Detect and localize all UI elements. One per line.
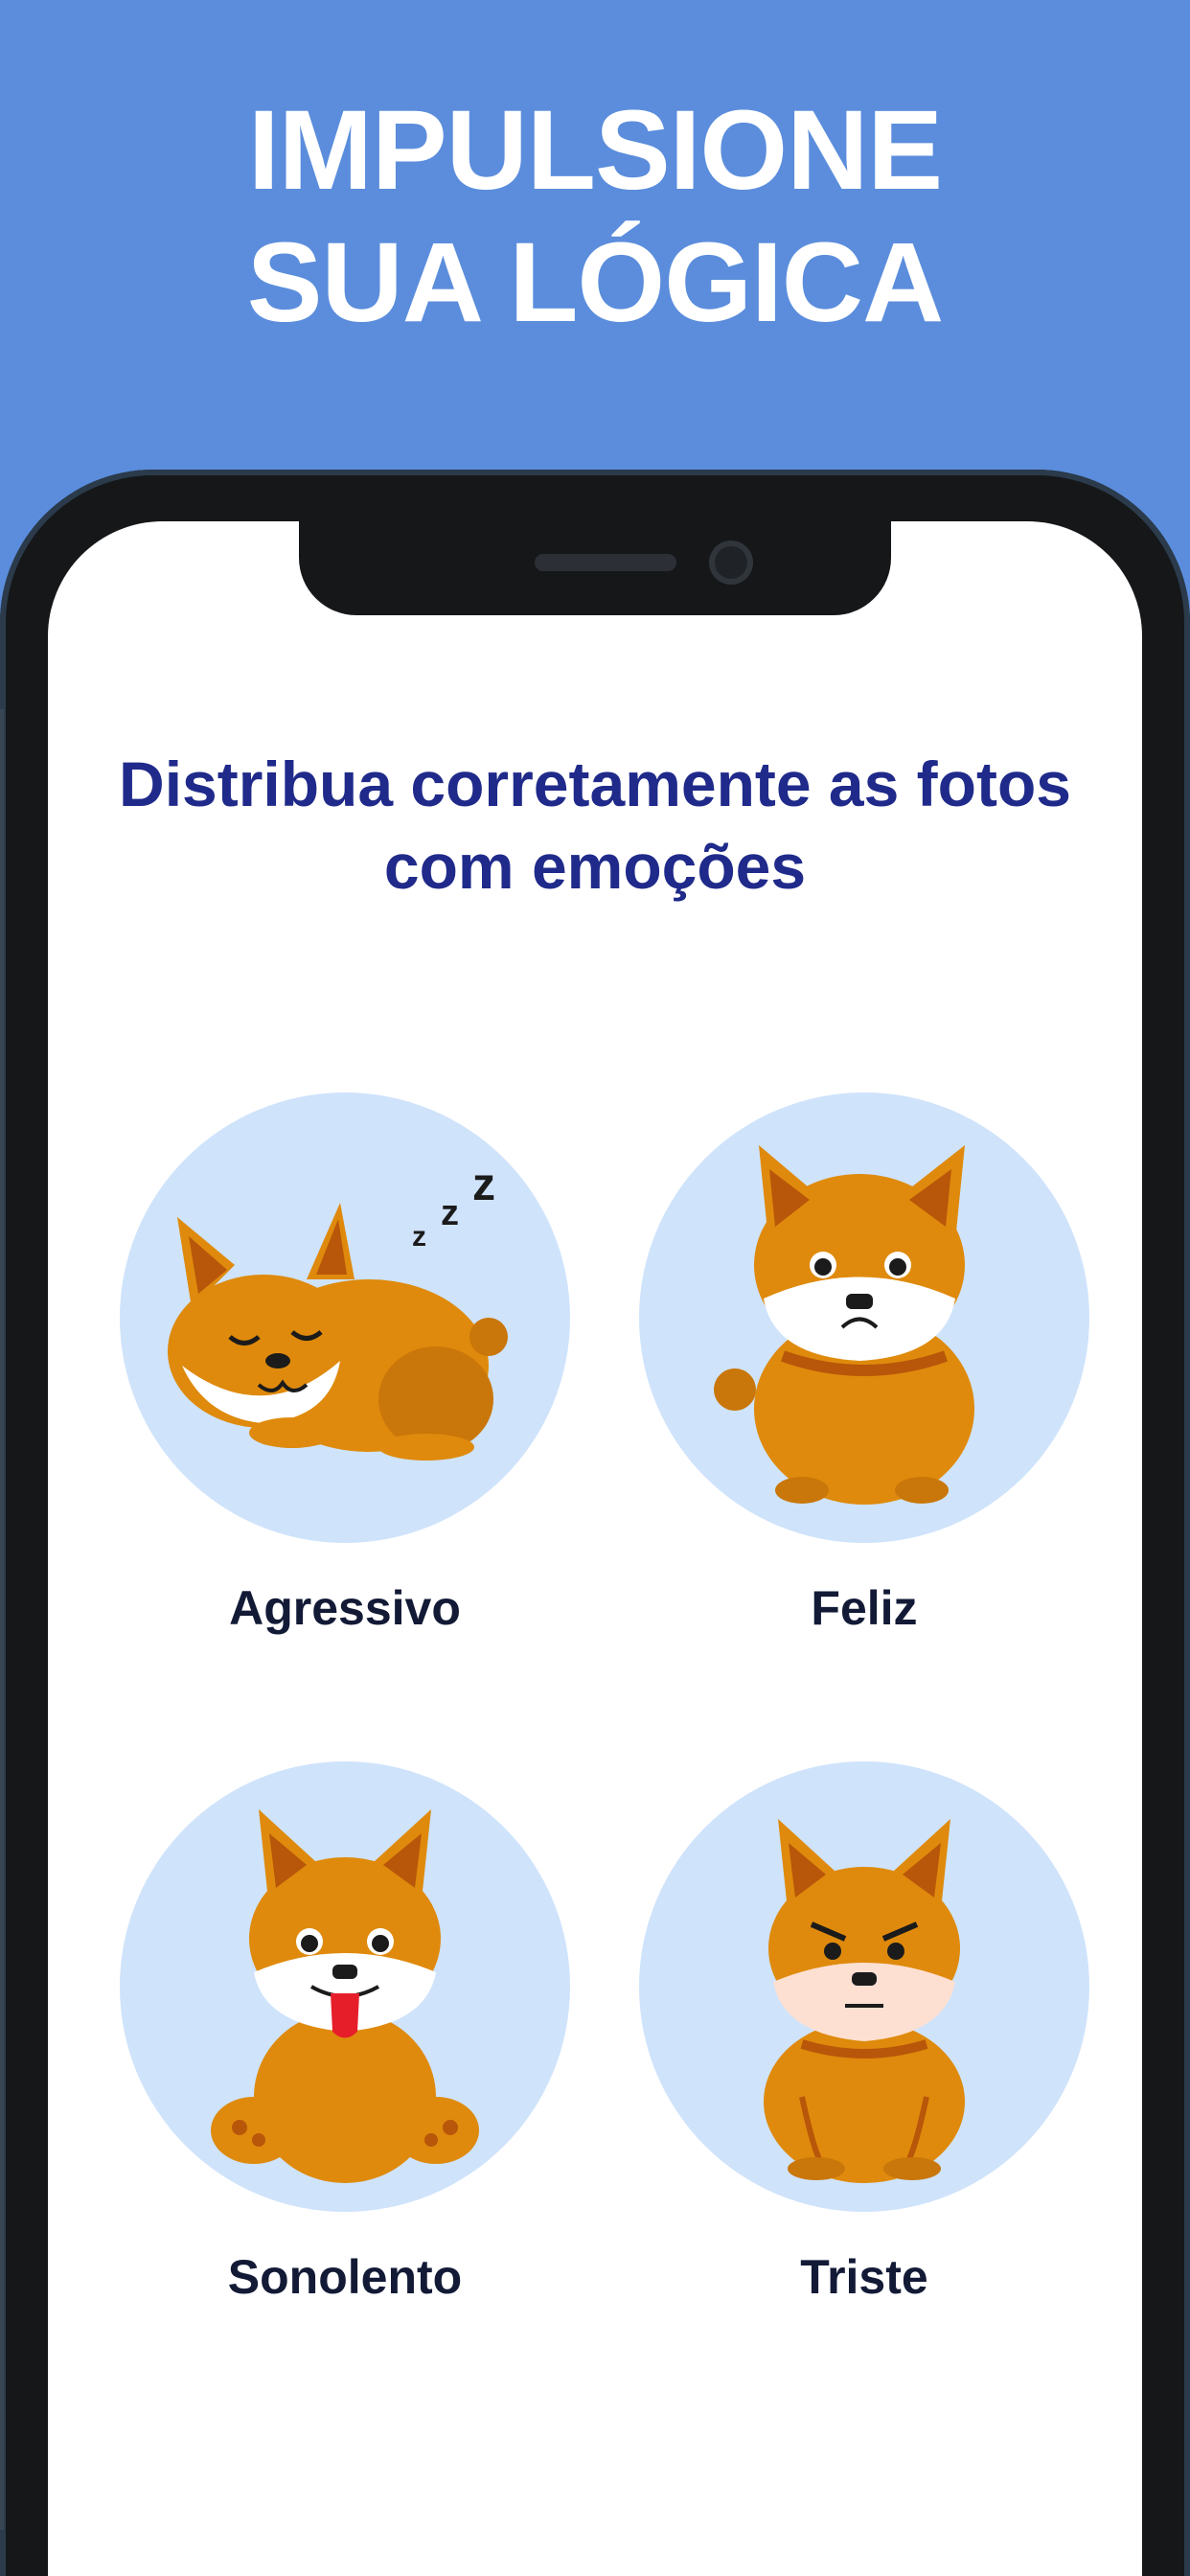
option-image-3[interactable] <box>120 1761 570 2212</box>
app-store-screenshot: IMPULSIONE SUA LÓGICA Distribua corretam… <box>0 0 1190 2576</box>
option-label-2: Feliz <box>811 1581 918 1635</box>
headline-line-1: IMPULSIONE <box>247 87 943 214</box>
angry-dog-icon <box>764 1819 965 2183</box>
option-image-1[interactable]: z z z <box>120 1092 570 1543</box>
svg-text:z: z <box>472 1160 495 1210</box>
option-card-4[interactable]: Triste <box>639 1761 1089 2306</box>
option-label-3: Sonolento <box>227 2250 463 2304</box>
option-label-4: Triste <box>800 2250 928 2304</box>
worried-dog-icon <box>714 1145 974 1505</box>
front-camera <box>709 540 753 585</box>
phone-side-edge <box>0 709 4 2530</box>
option-image-4[interactable] <box>639 1761 1089 2212</box>
option-label-1: Agressivo <box>229 1581 461 1635</box>
svg-text:z: z <box>441 1193 459 1233</box>
task-prompt: Distribua corretamente as fotos com emoç… <box>119 748 1071 902</box>
phone-notch <box>299 508 891 615</box>
option-card-2[interactable]: Feliz <box>639 1092 1089 1637</box>
headline-line-2: SUA LÓGICA <box>246 219 944 346</box>
promo-headline: IMPULSIONE SUA LÓGICA <box>0 84 1190 349</box>
speaker-grille <box>535 554 676 571</box>
option-image-2[interactable] <box>639 1092 1089 1543</box>
option-card-3[interactable]: Sonolento <box>120 1761 570 2306</box>
sleeping-dog-icon: z z z <box>168 1160 508 1460</box>
happy-dog-icon <box>211 1809 479 2183</box>
option-card-1[interactable]: z z z Agressivo <box>120 1092 570 1637</box>
svg-text:z: z <box>412 1221 426 1253</box>
